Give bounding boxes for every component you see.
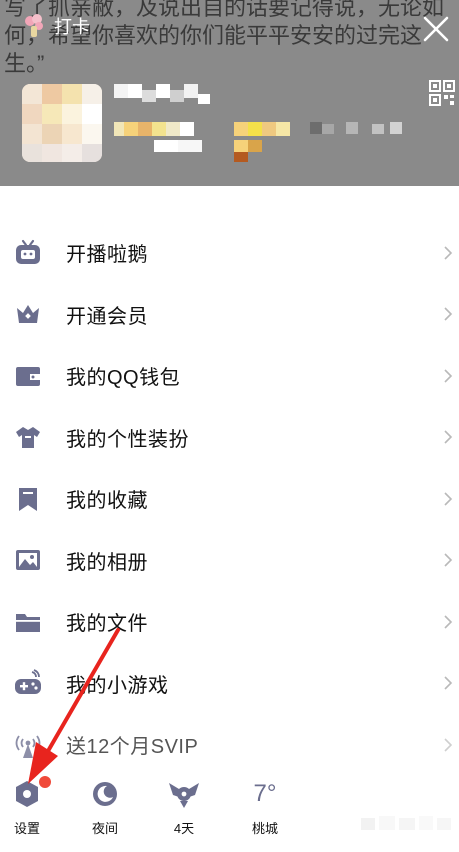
wallet-icon — [14, 362, 42, 390]
photo-icon — [14, 546, 42, 574]
night-mode-button[interactable]: 夜间 — [80, 776, 130, 837]
menu-item-album[interactable]: 我的相册 — [0, 530, 459, 592]
chevron-right-icon — [444, 553, 453, 567]
menu-list: 开播啦鹅 开通会员 我的QQ钱包 我的个性装扮 我的收藏 我的相册 我的文件 我… — [0, 222, 459, 776]
profile-header: 写了抓亲敝，及说出自的话要记得说，无论如 何，希望你喜欢的你们能平平安安的过完这… — [0, 0, 459, 186]
bottom-toolbar: 设置 夜间 4天 7° 桃城 — [0, 770, 459, 852]
chevron-right-icon — [444, 369, 453, 383]
menu-item-vip[interactable]: 开通会员 — [0, 284, 459, 346]
chevron-right-icon — [444, 676, 453, 690]
menu-item-label: 我的相册 — [66, 551, 148, 574]
city-label: 桃城 — [251, 821, 278, 836]
gamepad-icon — [14, 669, 42, 697]
streak-button[interactable]: 4天 — [159, 776, 209, 837]
menu-item-files[interactable]: 我的文件 — [0, 591, 459, 653]
menu-item-wallet[interactable]: 我的QQ钱包 — [0, 345, 459, 407]
crown-icon — [14, 300, 42, 328]
chevron-right-icon — [444, 430, 453, 444]
menu-item-label: 送12个月SVIP — [66, 736, 199, 759]
weather-button[interactable]: 7° 桃城 — [240, 776, 290, 837]
checkin-label: 打卡 — [54, 17, 90, 37]
broadcast-icon — [14, 731, 42, 759]
menu-item-svip-gift[interactable]: 送12个月SVIP — [0, 714, 459, 776]
avatar-mosaic — [22, 84, 102, 162]
night-label: 夜间 — [91, 821, 118, 836]
settings-label: 设置 — [13, 821, 40, 836]
notification-dot — [39, 776, 51, 788]
chevron-right-icon — [444, 307, 453, 321]
days-label: 4天 — [173, 821, 195, 836]
menu-item-label: 开播啦鹅 — [66, 244, 148, 267]
watermark-logo — [361, 816, 451, 830]
tshirt-icon — [14, 423, 42, 451]
menu-item-games[interactable]: 我的小游戏 — [0, 653, 459, 715]
folder-icon — [14, 608, 42, 636]
close-icon[interactable] — [421, 14, 451, 44]
settings-button[interactable]: 设置 — [2, 776, 52, 837]
bookmark-icon — [14, 485, 42, 513]
menu-item-label: 我的QQ钱包 — [66, 367, 181, 390]
winged-badge-icon — [166, 776, 202, 812]
moon-icon — [87, 776, 123, 812]
chevron-right-icon — [444, 492, 453, 506]
chevron-right-icon — [444, 615, 453, 629]
menu-item-favorites[interactable]: 我的收藏 — [0, 468, 459, 530]
menu-item-label: 我的文件 — [66, 613, 148, 636]
menu-item-label: 开通会员 — [66, 305, 148, 328]
chevron-right-icon — [444, 246, 453, 260]
weather-temperature: 7° — [253, 780, 277, 807]
tv-icon — [14, 239, 42, 267]
menu-item-label: 我的小游戏 — [66, 674, 169, 697]
checkin-button[interactable]: 打卡 — [20, 12, 90, 40]
checkin-flower-icon — [25, 14, 43, 37]
qr-code-icon[interactable] — [429, 80, 455, 106]
nickname-mosaic — [114, 84, 402, 162]
menu-item-dressup[interactable]: 我的个性装扮 — [0, 407, 459, 469]
chevron-right-icon — [444, 738, 453, 752]
avatar[interactable] — [22, 84, 102, 162]
menu-item-live[interactable]: 开播啦鹅 — [0, 222, 459, 284]
menu-item-label: 我的收藏 — [66, 490, 148, 513]
menu-item-label: 我的个性装扮 — [66, 428, 189, 451]
